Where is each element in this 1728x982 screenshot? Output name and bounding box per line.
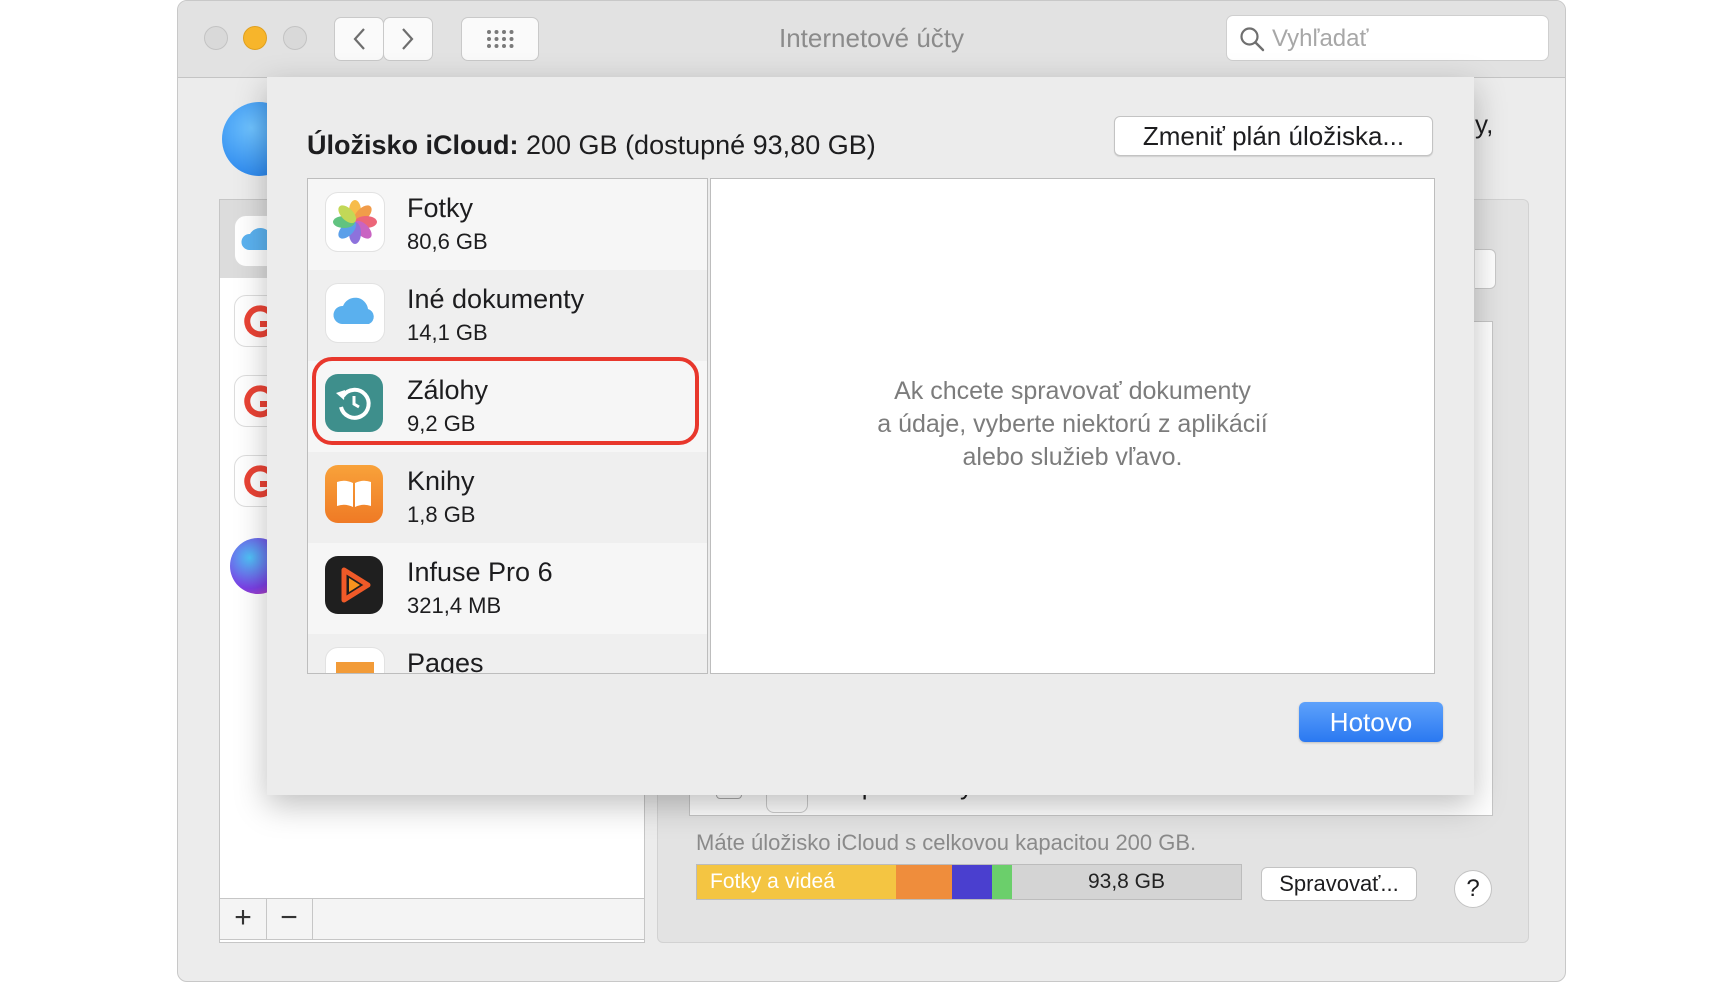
remove-account-button[interactable]: − [266,899,313,939]
app-name: Fotky [407,193,474,223]
detail-message-line: Ak chcete spravovať dokumenty [894,377,1251,405]
app-size: 80,6 GB [407,229,488,254]
app-name: Iné dokumenty [407,284,585,314]
add-account-button[interactable]: + [220,899,267,939]
books-icon [325,465,383,523]
list-item-books[interactable]: Knihy 1,8 GB [308,452,707,543]
search-icon [1240,27,1265,52]
bar-segment-photos: Fotky a videá [697,865,896,899]
app-detail-panel: Ak chcete spravovať dokumenty a údaje, v… [710,178,1435,674]
storage-title-label: Úložisko iCloud: [307,130,519,160]
storage-title: Úložisko iCloud: 200 GB (dostupné 93,80 … [307,130,876,161]
app-size: 1,8 GB [407,502,476,527]
app-name: Knihy [407,466,475,496]
bar-segment-other [992,865,1012,899]
help-button[interactable]: ? [1454,870,1492,908]
header-text-fragment: y, [1475,109,1494,139]
icloud-storage-sheet: Úložisko iCloud: 200 GB (dostupné 93,80 … [267,77,1474,795]
detail-placeholder-message: Ak chcete spravovať dokumenty a údaje, v… [711,375,1434,474]
list-item-infuse[interactable]: Infuse Pro 6 321,4 MB [308,543,707,634]
list-item-pages[interactable]: Pages [308,634,707,674]
storage-summary: Máte úložisko iCloud s celkovou kapacito… [696,830,1197,855]
bar-segment-backups [952,865,992,899]
icloud-icon [325,283,385,343]
storage-title-value: 200 GB (dostupné 93,80 GB) [518,130,876,160]
list-actions-bar: + − [219,898,645,940]
app-size: 14,1 GB [407,320,488,345]
app-name: Infuse Pro 6 [407,557,553,587]
bar-available: 93,8 GB [1012,865,1241,899]
detail-message-line: alebo služieb vľavo. [962,443,1183,471]
detail-message-line: a údaje, vyberte niektorú z aplikácií [877,410,1268,438]
bar-segment-documents [896,865,952,899]
done-button[interactable]: Hotovo [1299,702,1443,742]
infuse-icon [325,556,383,614]
app-size: 321,4 MB [407,593,502,618]
storage-usage-bar: Fotky a videá 93,8 GB [696,864,1242,900]
preferences-window: Internetové účty Vyhľadať y, + − Máte úl… [177,0,1566,982]
pages-icon [325,647,385,673]
search-placeholder: Vyhľadať [1272,25,1369,52]
search-field[interactable]: Vyhľadať [1226,15,1549,61]
change-storage-plan-button[interactable]: Zmeniť plán úložiska... [1114,116,1433,156]
title-bar: Internetové účty Vyhľadať [178,1,1565,78]
manage-storage-button[interactable]: Spravovať... [1261,867,1417,901]
list-item-other-documents[interactable]: Iné dokumenty 14,1 GB [308,270,707,361]
app-name: Pages [407,648,484,674]
detail-field-edge [1475,249,1496,289]
photos-icon [325,192,385,252]
highlight-annotation [312,357,699,445]
list-item-photos[interactable]: Fotky 80,6 GB [308,179,707,270]
